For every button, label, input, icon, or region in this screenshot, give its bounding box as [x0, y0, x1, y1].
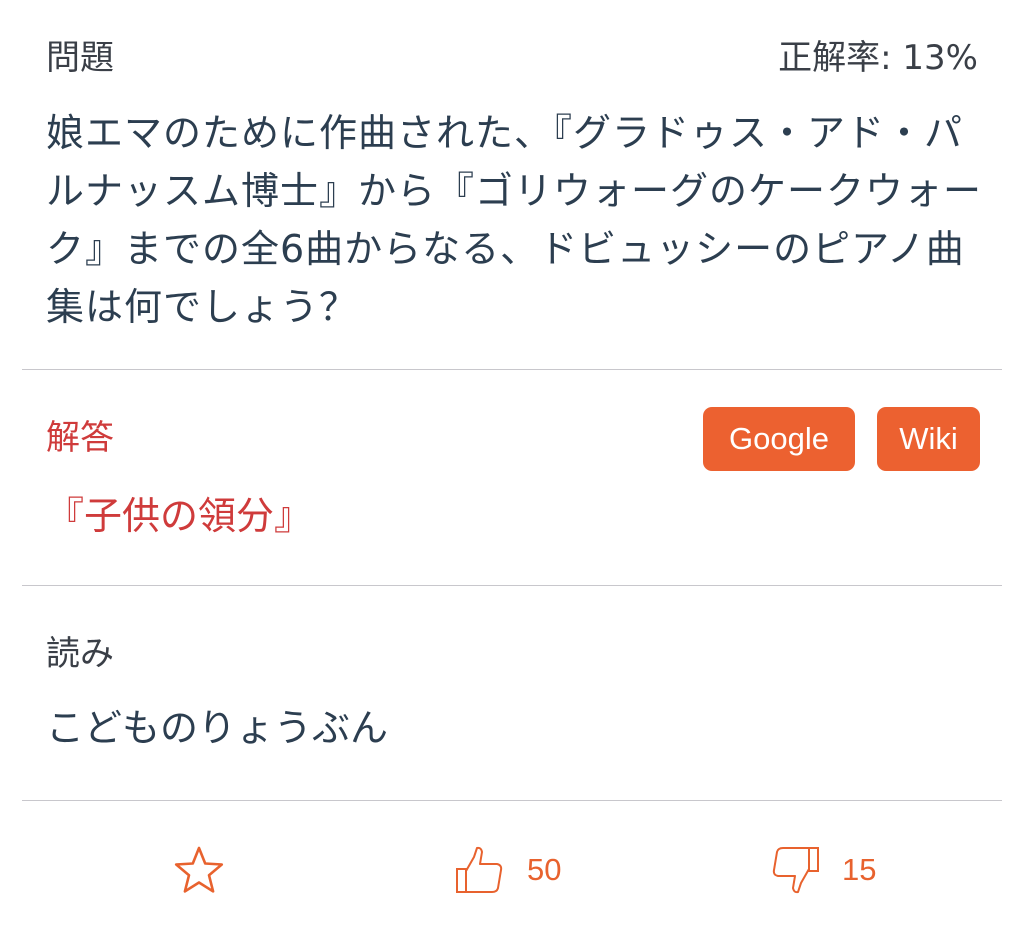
reading-text: こどものりょうぶん [46, 706, 389, 750]
star-outline-icon [174, 845, 224, 895]
dislike-count: 15 [842, 852, 877, 887]
question-label: 問題 [46, 38, 114, 78]
accuracy-rate: 正解率: 13% [778, 38, 978, 78]
wiki-search-button[interactable]: Wiki [877, 407, 980, 471]
like-button[interactable]: 50 [455, 840, 561, 900]
google-search-button[interactable]: Google [703, 407, 855, 471]
divider [22, 800, 1002, 801]
thumbs-up-icon [455, 845, 505, 895]
answer-label: 解答 [46, 418, 114, 458]
divider [22, 369, 1002, 370]
divider [22, 585, 1002, 586]
thumbs-down-icon [770, 845, 820, 895]
quiz-detail-page: 問題 正解率: 13% 娘エマのために作曲された、『グラドゥス・アド・パルナッス… [0, 0, 1024, 929]
favorite-button[interactable] [174, 840, 224, 900]
answer-text: 『子供の領分』 [46, 494, 313, 538]
question-text: 娘エマのために作曲された、『グラドゥス・アド・パルナッスム博士』から『ゴリウォー… [46, 111, 983, 329]
dislike-button[interactable]: 15 [770, 840, 876, 900]
reading-label: 読み [46, 634, 114, 674]
like-count: 50 [527, 852, 562, 887]
